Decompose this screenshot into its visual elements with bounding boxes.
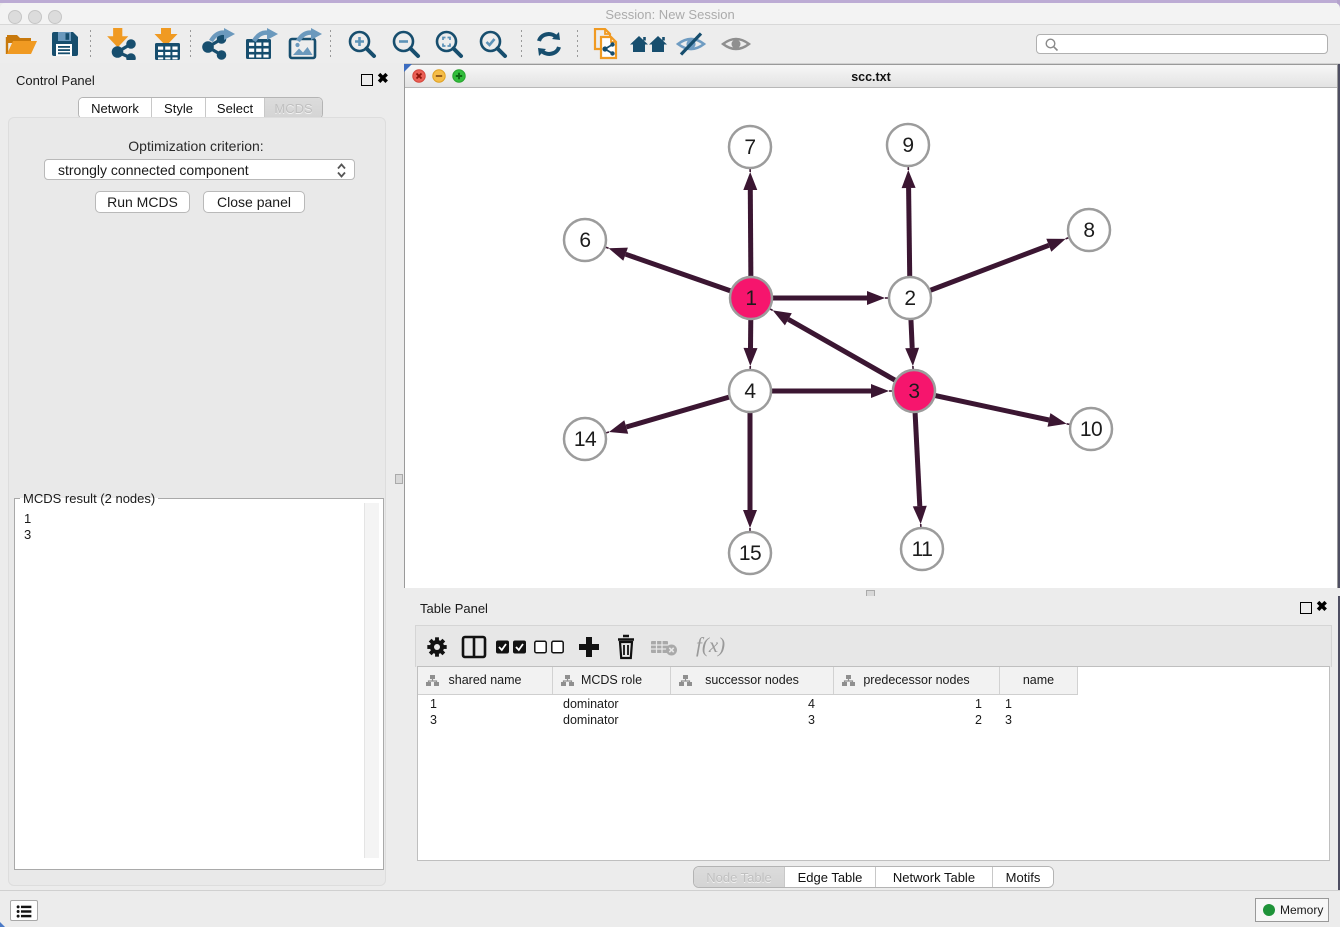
svg-text:10: 10 xyxy=(1080,418,1102,441)
svg-text:8: 8 xyxy=(1083,219,1094,242)
svg-text:3: 3 xyxy=(908,380,919,403)
svg-text:7: 7 xyxy=(744,136,755,159)
svg-text:1: 1 xyxy=(745,287,756,310)
svg-text:11: 11 xyxy=(912,538,933,561)
svg-text:4: 4 xyxy=(744,380,756,403)
svg-text:15: 15 xyxy=(739,542,761,565)
svg-text:2: 2 xyxy=(904,287,915,310)
svg-text:9: 9 xyxy=(902,134,913,157)
svg-text:14: 14 xyxy=(574,428,597,451)
svg-text:6: 6 xyxy=(579,229,590,252)
